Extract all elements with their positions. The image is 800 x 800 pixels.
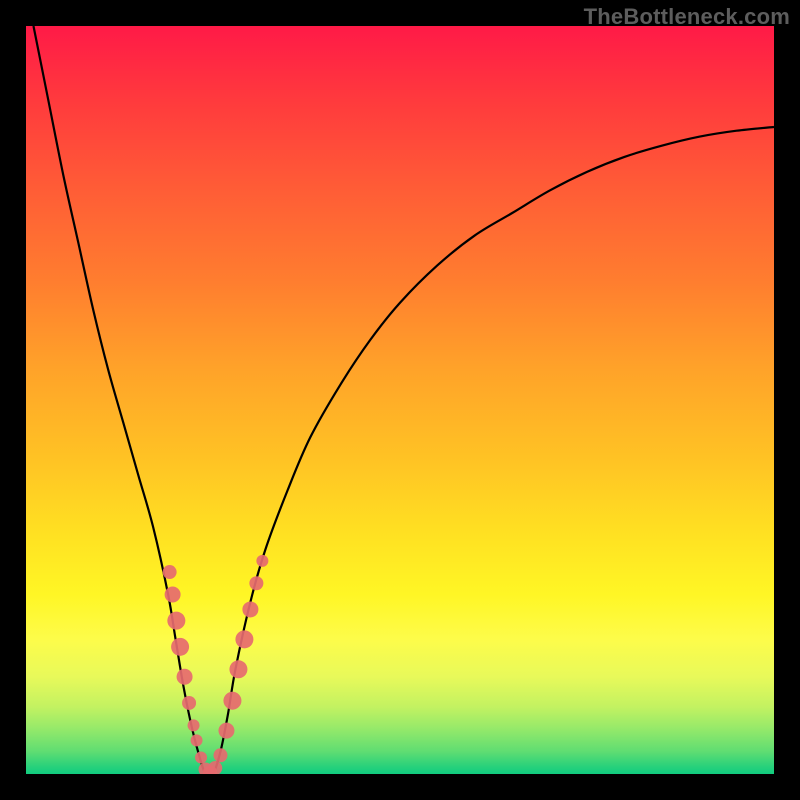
data-marker [195, 752, 207, 764]
bottleneck-curve [33, 26, 774, 774]
data-marker [165, 586, 181, 602]
data-marker [229, 660, 247, 678]
curve-svg [26, 26, 774, 774]
data-marker [163, 565, 177, 579]
marker-group [163, 555, 269, 774]
data-marker [167, 612, 185, 630]
data-marker [223, 692, 241, 710]
data-marker [242, 601, 258, 617]
data-marker [256, 555, 268, 567]
chart-frame: TheBottleneck.com [0, 0, 800, 800]
curve-group [33, 26, 774, 774]
data-marker [213, 748, 227, 762]
plot-area [26, 26, 774, 774]
data-marker [218, 723, 234, 739]
watermark-text: TheBottleneck.com [584, 4, 790, 30]
data-marker [188, 719, 200, 731]
data-marker [191, 734, 203, 746]
data-marker [249, 576, 263, 590]
data-marker [208, 761, 222, 774]
data-marker [235, 630, 253, 648]
data-marker [177, 669, 193, 685]
data-marker [171, 638, 189, 656]
data-marker [182, 696, 196, 710]
